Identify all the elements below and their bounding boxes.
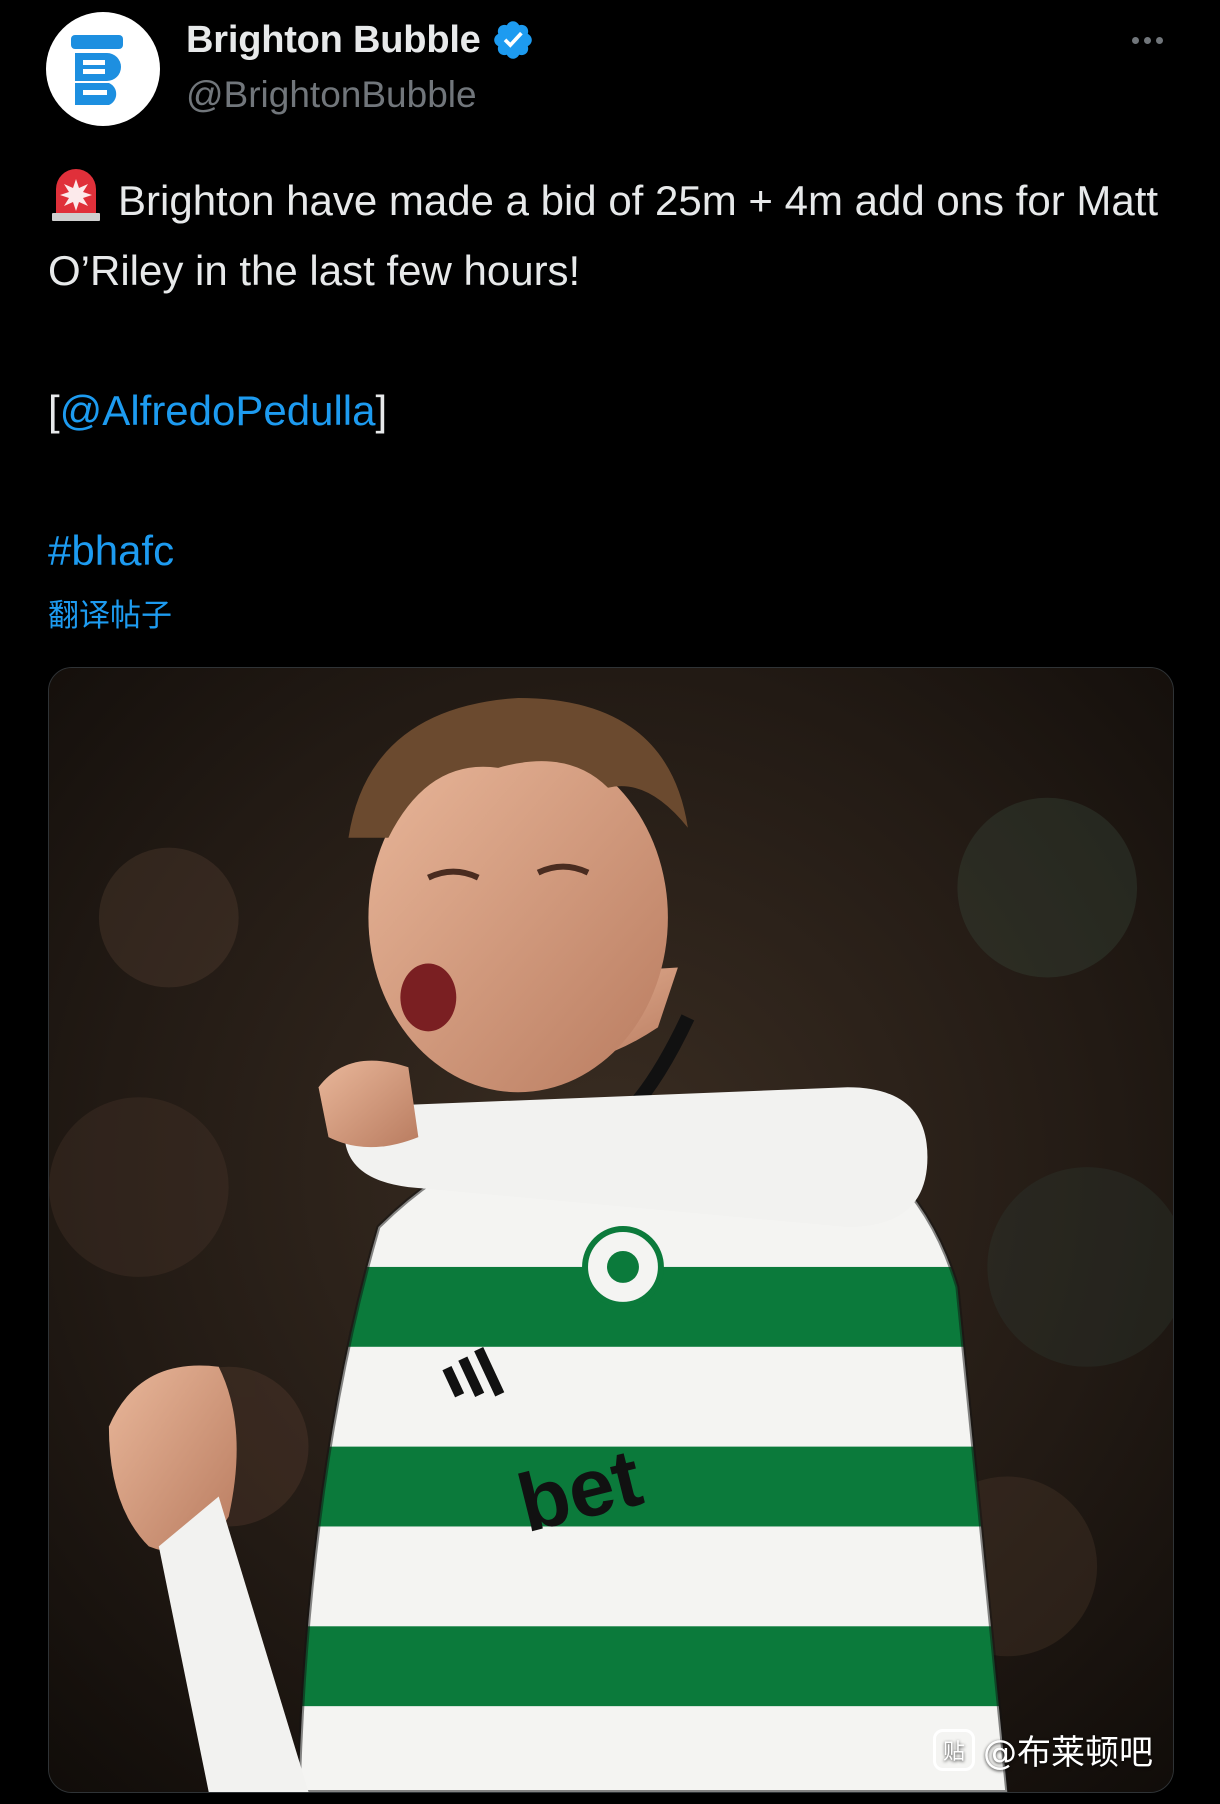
tweet-main-line: Brighton have made a bid of 25m + 4m add… bbox=[48, 166, 1178, 306]
tieba-logo-icon: 贴 bbox=[933, 1728, 975, 1771]
tweet-text: Brighton have made a bid of 25m + 4m add… bbox=[48, 166, 1178, 586]
brighton-bubble-logo-icon bbox=[71, 35, 123, 105]
author-display-name[interactable]: Brighton Bubble bbox=[186, 19, 481, 62]
more-dot bbox=[1143, 36, 1151, 44]
rotating-light-icon bbox=[52, 169, 100, 221]
more-dot bbox=[1131, 36, 1139, 44]
tweet-source-line: [@AlfredoPedulla] bbox=[48, 376, 1178, 446]
avatar[interactable] bbox=[46, 12, 160, 126]
tweet-media-image[interactable]: bet 贴 @布莱顿吧 bbox=[48, 667, 1174, 1793]
hashtag-link[interactable]: #bhafc bbox=[48, 527, 174, 574]
author-name-row: Brighton Bubble bbox=[186, 18, 535, 62]
author-handle[interactable]: @BrightonBubble bbox=[186, 74, 477, 116]
tweet-line-text: Brighton have made a bid of 25m + 4m add… bbox=[48, 177, 1159, 294]
watermark-text: @布莱顿吧 bbox=[983, 1733, 1153, 1773]
watermark: 贴 @布莱顿吧 bbox=[933, 1725, 1153, 1774]
more-dot bbox=[1155, 36, 1163, 44]
more-options-icon[interactable] bbox=[1124, 22, 1170, 58]
translate-post-link[interactable]: 翻译帖子 bbox=[48, 590, 172, 635]
bracket-close: ] bbox=[375, 387, 388, 434]
verified-badge-icon[interactable] bbox=[491, 18, 535, 62]
bracket-open: [ bbox=[48, 387, 60, 434]
mention-link[interactable]: @AlfredoPedulla bbox=[60, 387, 376, 434]
